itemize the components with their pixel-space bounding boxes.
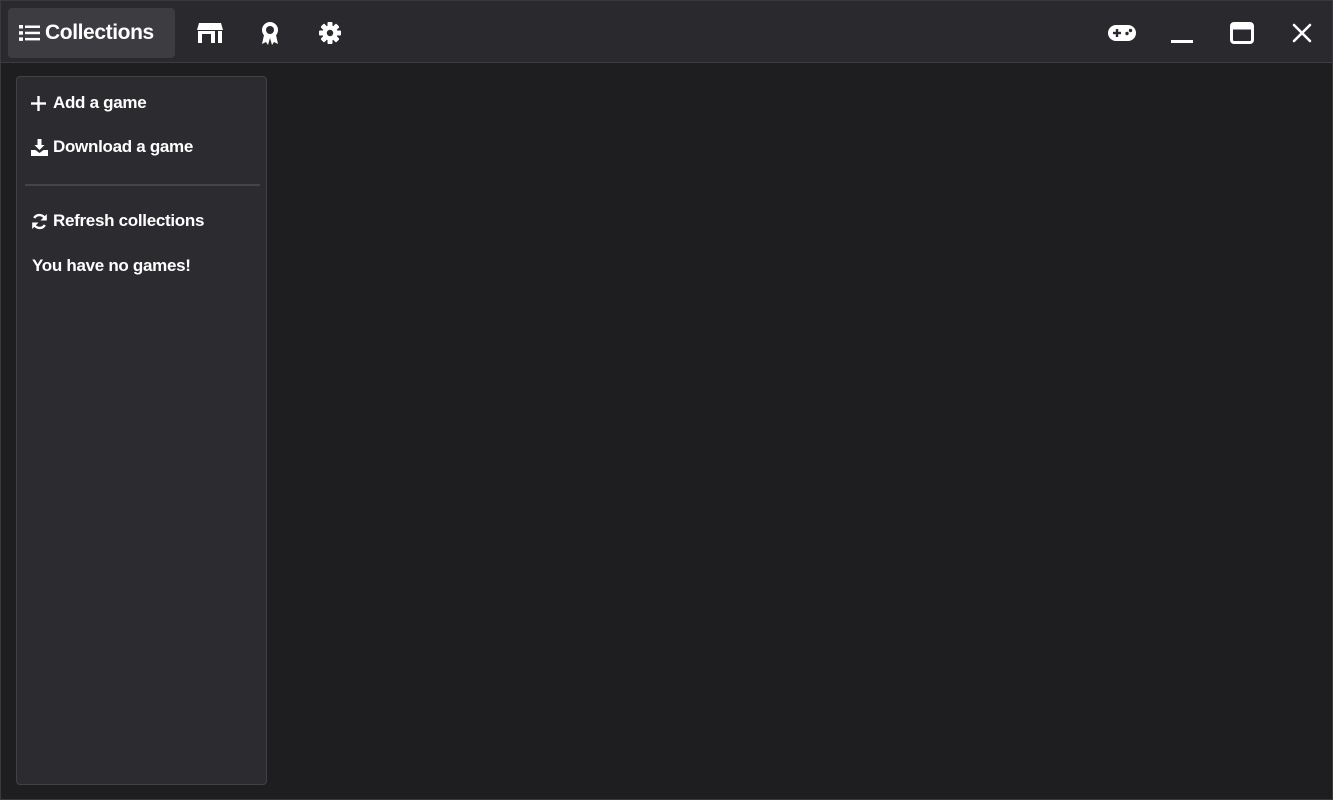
gamepad-button[interactable] <box>1098 8 1146 58</box>
refresh-icon <box>31 213 49 230</box>
minimize-icon <box>1171 22 1193 44</box>
plus-icon <box>31 95 49 111</box>
gear-icon <box>318 21 342 45</box>
download-icon <box>31 138 49 156</box>
list-icon <box>19 24 40 42</box>
sidebar-divider <box>25 184 260 186</box>
tab-achievements[interactable] <box>246 8 294 58</box>
maximize-icon <box>1230 22 1254 44</box>
close-button[interactable] <box>1278 8 1326 58</box>
maximize-button[interactable] <box>1218 8 1266 58</box>
tab-collections-label: Collections <box>45 21 154 44</box>
minimize-button[interactable] <box>1158 8 1206 58</box>
collections-sidebar: Add a game Download a game Refresh colle… <box>16 76 267 785</box>
refresh-collections-button[interactable]: Refresh collections <box>31 211 204 231</box>
close-icon <box>1292 23 1312 43</box>
refresh-collections-label: Refresh collections <box>53 211 205 230</box>
store-icon <box>196 21 224 45</box>
download-game-button[interactable]: Download a game <box>31 137 193 157</box>
empty-games-message: You have no games! <box>32 256 191 275</box>
tab-store[interactable] <box>186 8 234 58</box>
tab-collections[interactable]: Collections <box>8 8 175 58</box>
add-game-label: Add a game <box>53 93 147 112</box>
gamepad-icon <box>1107 23 1137 43</box>
titlebar: Collections <box>1 1 1332 63</box>
add-game-button[interactable]: Add a game <box>31 93 147 113</box>
main-content-area <box>268 64 1332 799</box>
download-game-label: Download a game <box>53 137 194 156</box>
award-icon <box>259 20 281 46</box>
tab-settings[interactable] <box>306 8 354 58</box>
app-window: Collections Add a game Download a game R… <box>0 0 1333 800</box>
